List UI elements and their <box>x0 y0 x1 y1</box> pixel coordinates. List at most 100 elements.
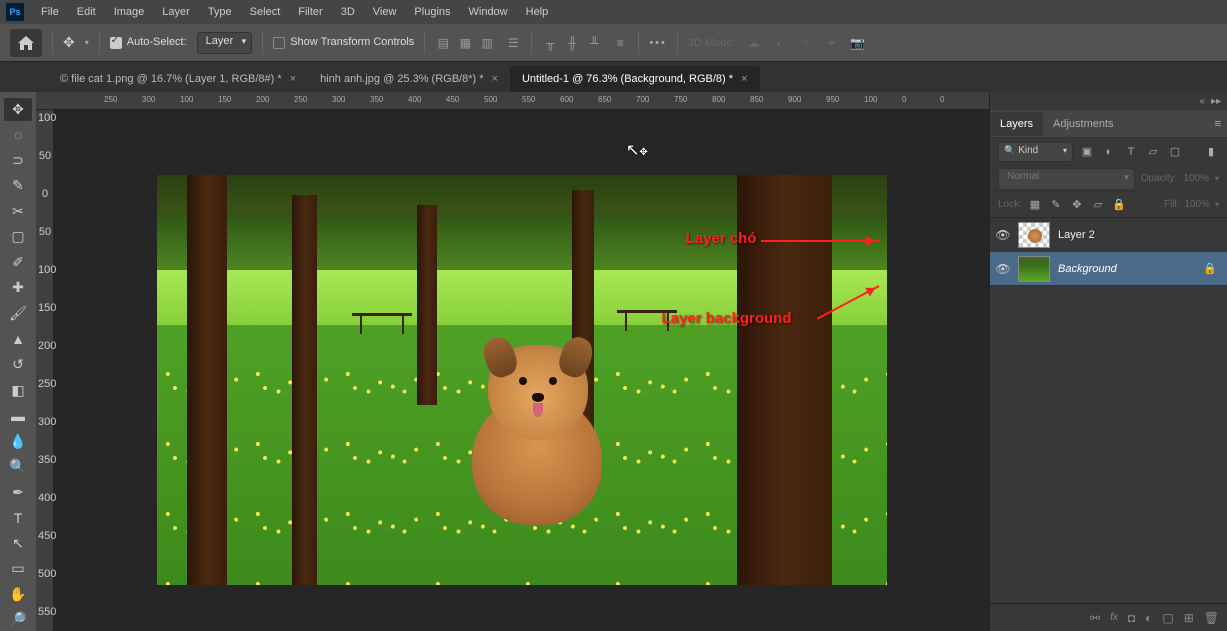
tab-adjustments[interactable]: Adjustments <box>1043 112 1124 136</box>
dodge-tool[interactable]: 🔍 <box>4 455 32 478</box>
align-bottom-icon[interactable]: ╨ <box>586 35 602 51</box>
filter-shape-icon[interactable]: ▱ <box>1145 144 1161 160</box>
menu-help[interactable]: Help <box>517 2 558 22</box>
document-canvas[interactable]: Layer chó Layer background <box>157 175 887 585</box>
menu-type[interactable]: Type <box>199 2 241 22</box>
3d-roll-icon[interactable]: ◐ <box>772 35 788 51</box>
layer-row[interactable]: 👁 Background 🔒 <box>990 252 1227 286</box>
lock-trans-icon[interactable]: ▦ <box>1027 197 1043 213</box>
layer-thumbnail[interactable] <box>1018 256 1050 282</box>
layer-row[interactable]: 👁 Layer 2 <box>990 218 1227 252</box>
menu-view[interactable]: View <box>364 2 406 22</box>
close-panel-icon[interactable]: ▸▸ <box>1211 96 1221 107</box>
menu-layer[interactable]: Layer <box>153 2 199 22</box>
align-left-icon[interactable]: ▤ <box>435 35 451 51</box>
close-icon[interactable]: × <box>492 73 498 85</box>
menu-filter[interactable]: Filter <box>289 2 331 22</box>
lock-paint-icon[interactable]: ✎ <box>1048 197 1064 213</box>
type-tool[interactable]: T <box>4 507 32 530</box>
layer-thumbnail[interactable] <box>1018 222 1050 248</box>
visibility-icon[interactable]: 👁 <box>996 228 1010 242</box>
3d-orbit-icon[interactable]: ☁ <box>746 35 762 51</box>
more-options-icon[interactable]: ••• <box>649 37 667 49</box>
menu-select[interactable]: Select <box>241 2 290 22</box>
close-icon[interactable]: × <box>741 73 747 85</box>
show-transform-checkbox[interactable] <box>273 37 285 49</box>
fx-icon[interactable]: fx <box>1110 612 1118 623</box>
menu-plugins[interactable]: Plugins <box>405 2 459 22</box>
lasso-tool[interactable]: ⊃ <box>4 149 32 172</box>
blend-mode-dropdown[interactable]: Normal <box>998 168 1135 190</box>
lock-icon: 🔒 <box>1203 262 1217 275</box>
close-icon[interactable]: × <box>290 73 296 85</box>
history-brush-tool[interactable]: ↺ <box>4 353 32 376</box>
auto-select-target-dropdown[interactable]: Layer <box>197 32 253 54</box>
blur-tool[interactable]: 💧 <box>4 430 32 453</box>
filter-adjust-icon[interactable]: ◐ <box>1101 144 1117 160</box>
opacity-value[interactable]: 100% <box>1183 173 1209 184</box>
marquee-tool[interactable]: ◌ <box>4 124 32 147</box>
menu-image[interactable]: Image <box>105 2 154 22</box>
lock-pos-icon[interactable]: ✥ <box>1069 197 1085 213</box>
distribute-icon[interactable]: ☰ <box>505 35 521 51</box>
home-button[interactable] <box>10 29 42 57</box>
menu-3d[interactable]: 3D <box>332 2 364 22</box>
menu-edit[interactable]: Edit <box>68 2 105 22</box>
options-bar: ✥▾ Auto-Select: Layer Show Transform Con… <box>0 24 1227 62</box>
frame-tool[interactable]: ▢ <box>4 226 32 249</box>
align-vcenter-icon[interactable]: ╫ <box>564 35 580 51</box>
filter-toggle-icon[interactable]: ▮ <box>1203 144 1219 160</box>
quick-select-tool[interactable]: ✎ <box>4 175 32 198</box>
pen-tool[interactable]: ✒ <box>4 481 32 504</box>
align-top-icon[interactable]: ╥ <box>542 35 558 51</box>
canvas-area[interactable]: 2503001001502002503003504004505005506006… <box>36 92 989 631</box>
doc-tab-2[interactable]: hinh anh.jpg @ 25.3% (RGB/8*) * × <box>308 66 510 92</box>
panel-collapse-bar[interactable]: « ▸▸ <box>990 92 1227 110</box>
path-select-tool[interactable]: ↖ <box>4 532 32 555</box>
adjustment-layer-icon[interactable]: ◐ <box>1145 611 1152 625</box>
layer-panel-footer: ⚯ fx ◘ ◐ ▢ ⊞ 🗑 <box>990 603 1227 631</box>
3d-slide-icon[interactable]: ✦ <box>824 35 840 51</box>
doc-tab-1[interactable]: © file cat 1.png @ 16.7% (Layer 1, RGB/8… <box>48 66 308 92</box>
3d-cam-icon[interactable]: 📷 <box>850 35 866 51</box>
gradient-tool[interactable]: ▬ <box>4 404 32 427</box>
delete-layer-icon[interactable]: 🗑 <box>1204 611 1219 625</box>
menu-window[interactable]: Window <box>460 2 517 22</box>
mask-icon[interactable]: ◘ <box>1128 611 1135 625</box>
align-right-icon[interactable]: ▥ <box>479 35 495 51</box>
heal-tool[interactable]: ✚ <box>4 277 32 300</box>
link-layers-icon[interactable]: ⚯ <box>1090 611 1100 625</box>
crop-tool[interactable]: ✂ <box>4 200 32 223</box>
lock-all-icon[interactable]: 🔒 <box>1111 197 1127 213</box>
panel-menu-icon[interactable]: ≡ <box>1215 118 1221 130</box>
layer-name[interactable]: Layer 2 <box>1058 229 1221 241</box>
eraser-tool[interactable]: ◧ <box>4 379 32 402</box>
tab-layers[interactable]: Layers <box>990 112 1043 136</box>
new-layer-icon[interactable]: ⊞ <box>1184 611 1194 625</box>
shape-tool[interactable]: ▭ <box>4 558 32 581</box>
group-icon[interactable]: ▢ <box>1162 611 1173 625</box>
stamp-tool[interactable]: ▲ <box>4 328 32 351</box>
lock-artboard-icon[interactable]: ▱ <box>1090 197 1106 213</box>
3d-pan-icon[interactable]: ✧ <box>798 35 814 51</box>
filter-pixel-icon[interactable]: ▣ <box>1079 144 1095 160</box>
zoom-tool[interactable]: 🔎 <box>4 609 32 631</box>
doc-tab-2-label: hinh anh.jpg @ 25.3% (RGB/8*) * <box>320 73 483 85</box>
fill-value[interactable]: 100% <box>1184 199 1210 210</box>
menu-file[interactable]: File <box>32 2 68 22</box>
filter-type-icon[interactable]: T <box>1123 144 1139 160</box>
filter-smart-icon[interactable]: ▢ <box>1167 144 1183 160</box>
auto-select-checkbox[interactable] <box>110 37 122 49</box>
eyedropper-tool[interactable]: ✐ <box>4 251 32 274</box>
layer-filter-kind-dropdown[interactable]: Kind <box>998 142 1073 162</box>
visibility-icon[interactable]: 👁 <box>996 262 1010 276</box>
collapse-icon[interactable]: « <box>1199 96 1205 107</box>
brush-tool[interactable]: 🖌 <box>4 302 32 325</box>
hand-tool[interactable]: ✋ <box>4 583 32 606</box>
distribute-v-icon[interactable]: ≡ <box>612 35 628 51</box>
layer-name[interactable]: Background <box>1058 263 1195 275</box>
align-hcenter-icon[interactable]: ▦ <box>457 35 473 51</box>
home-icon <box>18 36 34 50</box>
move-tool[interactable]: ✥ <box>4 98 32 121</box>
doc-tab-3[interactable]: Untitled-1 @ 76.3% (Background, RGB/8) *… <box>510 66 760 92</box>
